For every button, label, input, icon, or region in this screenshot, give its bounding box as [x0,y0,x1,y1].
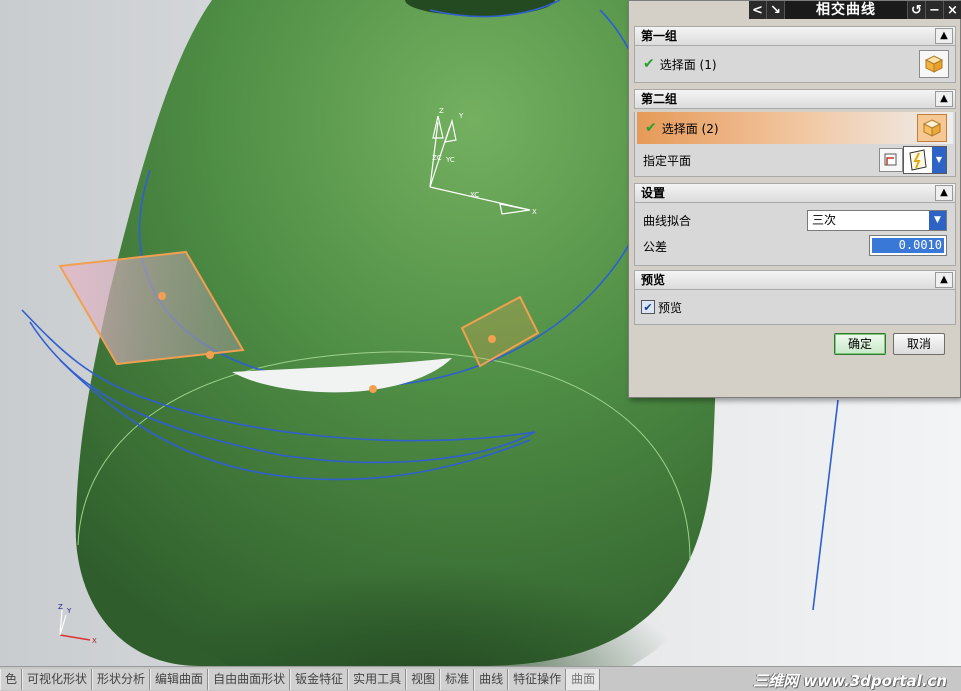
settings-body: 曲线拟合 三次 ▼ 公差 0.0010 [634,203,956,266]
curve-fit-select[interactable]: 三次 ▼ [807,210,947,231]
group1-select-face-label: 选择面 (1) [659,57,717,72]
intersection-curve-dialog: < ↘ 相交曲线 ↺ − × 第一组 ▲ ✔ 选择面 (1) 第二组 ▲ ✔ 选… [628,0,961,398]
dialog-footer: 确定 取消 [634,325,956,365]
cube-icon [922,119,942,137]
group2-header[interactable]: 第二组 ▲ [634,89,956,109]
group1-header[interactable]: 第一组 ▲ [634,26,956,46]
minimize-icon[interactable]: − [926,1,944,19]
tab-freeform-shape[interactable]: 自由曲面形状 [208,668,291,690]
toolbar-tab-strip: 色 可视化形状 形状分析 编辑曲面 自由曲面形状 钣金特征 实用工具 视图 标准… [0,666,961,691]
group1-body: ✔ 选择面 (1) [634,46,956,83]
specify-plane-row: 指定平面 ▼ [635,144,955,176]
tolerance-value: 0.0010 [872,238,944,253]
csys-zc-label: ZC [432,154,442,162]
settings-title: 设置 [641,186,666,200]
curve-fit-label: 曲线拟合 [643,213,692,228]
cancel-button[interactable]: 取消 [893,333,945,355]
tab-standard[interactable]: 标准 [440,668,475,690]
csys-x-label: X [532,208,537,216]
curve-fit-value: 三次 [812,213,837,227]
cube-icon [924,55,944,73]
preview-header[interactable]: 预览 ▲ [634,270,956,290]
dialog-title: 相交曲线 [785,1,908,19]
csys-y-label: Y [458,112,464,120]
group1-face-selector-button[interactable] [919,50,949,78]
site-watermark: 三维网 www.3dportal.cn [753,672,947,690]
group2-title: 第二组 [641,92,678,106]
curve-fit-row: 曲线拟合 三次 ▼ [635,207,955,233]
chevron-down-icon[interactable]: ▼ [929,211,946,230]
tab-sheet-metal[interactable]: 钣金特征 [290,668,349,690]
tolerance-input[interactable]: 0.0010 [869,235,947,256]
group1-title: 第一组 [641,29,678,43]
tab-shape-analysis[interactable]: 形状分析 [92,668,151,690]
tab-view[interactable]: 视图 [406,668,441,690]
plane-dialog-icon [884,153,897,166]
tolerance-label: 公差 [643,239,668,254]
group2-face-selector-button[interactable] [917,114,947,142]
close-icon[interactable]: × [944,1,961,19]
ok-button[interactable]: 确定 [834,333,886,355]
group2-select-face-label: 选择面 (2) [661,121,719,136]
settings-header[interactable]: 设置 ▲ [634,183,956,203]
view-triad: Z Y X [58,603,97,645]
csys-xc-label: XC [470,191,479,199]
triad-x-label: X [92,637,97,645]
chevron-up-icon[interactable]: ▲ [935,28,953,44]
inferred-plane-icon [909,149,927,171]
preview-title: 预览 [641,273,666,287]
tab-utilities[interactable]: 实用工具 [348,668,407,690]
plane-dialog-button[interactable] [879,148,903,172]
dialog-titlebar[interactable]: < ↘ 相交曲线 ↺ − × [749,1,961,19]
triad-y-label: Y [66,607,72,615]
chevron-up-icon[interactable]: ▲ [935,185,953,201]
reset-icon[interactable]: ↺ [908,1,926,19]
csys-z-label: Z [439,107,444,115]
tab-surface[interactable]: 曲面 [566,668,601,690]
preview-checkbox-label: 预览 [658,300,683,315]
inferred-plane-dropdown[interactable]: ▼ [903,146,947,174]
tab-feature-operation[interactable]: 特征操作 [508,668,567,690]
tab-curve[interactable]: 曲线 [474,668,509,690]
collapse-arrow-icon[interactable]: ↘ [767,1,785,19]
tab-edit-surface[interactable]: 编辑曲面 [150,668,209,690]
triad-z-label: Z [58,603,63,611]
chevron-up-icon[interactable]: ▲ [935,272,953,288]
chevron-down-icon[interactable]: ▼ [932,147,946,173]
group1-select-face-row[interactable]: ✔ 选择面 (1) [635,46,955,82]
tab-color[interactable]: 色 [0,668,23,690]
checkmark-icon: ✔ [645,120,657,136]
group2-select-face-row[interactable]: ✔ 选择面 (2) [637,112,953,144]
chevron-up-icon[interactable]: ▲ [935,91,953,107]
group2-body: ✔ 选择面 (2) 指定平面 ▼ [634,112,956,177]
preview-row: ✔ 预览 [635,290,955,324]
specify-plane-label: 指定平面 [643,153,692,168]
csys-yc-label: YC [445,156,455,164]
tab-visual-shape[interactable]: 可视化形状 [22,668,93,690]
checkmark-icon: ✔ [643,56,655,72]
preview-body: ✔ 预览 [634,290,956,325]
tolerance-row: 公差 0.0010 [635,233,955,259]
back-icon[interactable]: < [749,1,767,19]
preview-checkbox[interactable]: ✔ [641,300,655,314]
